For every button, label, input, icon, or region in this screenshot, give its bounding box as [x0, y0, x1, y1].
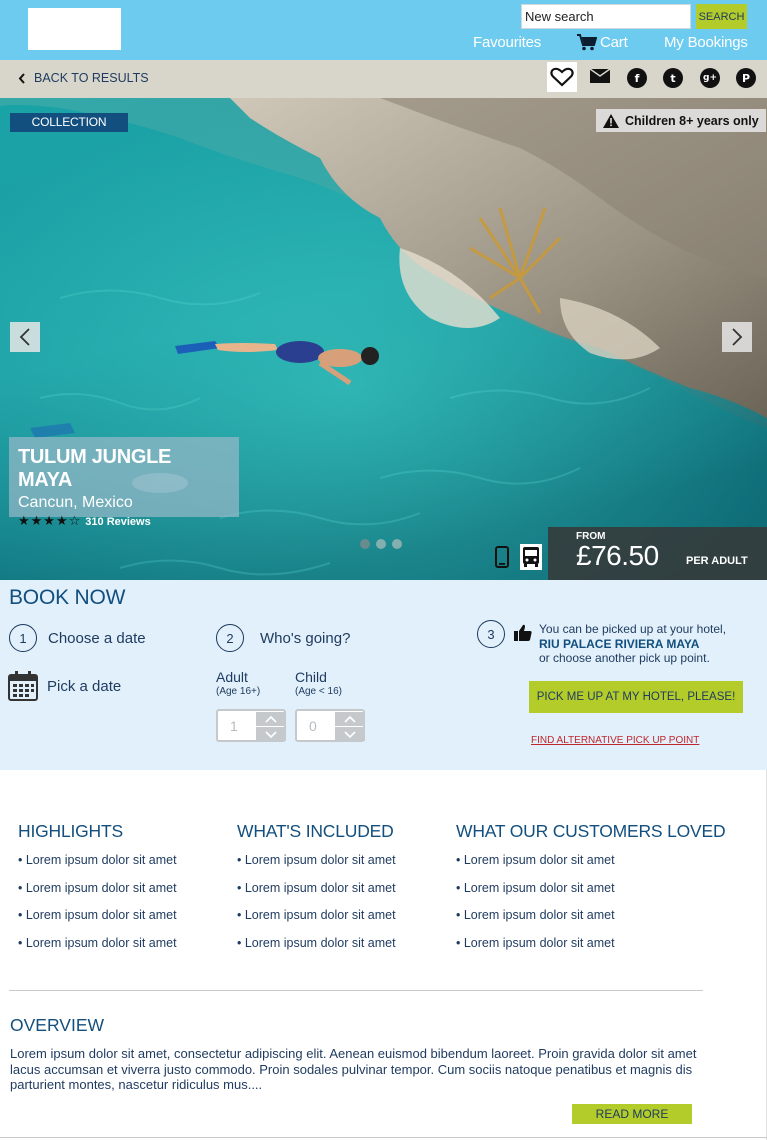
search-input[interactable]	[521, 4, 691, 29]
chevron-right-icon	[732, 328, 743, 346]
chevron-left-icon	[18, 72, 25, 84]
customers-loved-list: • Lorem ipsum dolor sit amet • Lorem ips…	[456, 853, 615, 963]
list-item: • Lorem ipsum dolor sit amet	[456, 853, 615, 867]
nav-favourites-link[interactable]: Favourites	[473, 34, 541, 51]
bus-icon	[520, 544, 542, 570]
pinterest-icon[interactable]: P	[736, 68, 756, 88]
pickup-at-hotel-button[interactable]: PICK ME UP AT MY HOTEL, PLEASE!	[529, 681, 743, 713]
list-item: • Lorem ipsum dolor sit amet	[18, 908, 177, 922]
carousel-dot[interactable]	[376, 539, 386, 549]
tour-summary-box: TULUM JUNGLE MAYA Cancun, Mexico ★★★★☆ 3…	[9, 437, 239, 529]
top-header: SEARCH Favourites Cart My Bookings	[0, 0, 767, 60]
list-item: • Lorem ipsum dolor sit amet	[18, 935, 177, 950]
booking-title: BOOK NOW	[9, 586, 126, 609]
favourite-button[interactable]	[547, 62, 577, 92]
child-quantity-stepper[interactable]: 0	[295, 709, 365, 742]
section-divider	[9, 990, 703, 991]
child-decrement-button[interactable]	[335, 727, 365, 741]
carousel-dot[interactable]	[392, 539, 402, 549]
find-alternative-pickup-link[interactable]: FIND ALTERNATIVE PICK UP POINT	[531, 735, 699, 746]
carousel-dots	[360, 539, 402, 549]
list-item: • Lorem ipsum dolor sit amet	[237, 880, 396, 895]
list-item: • Lorem ipsum dolor sit amet	[456, 935, 615, 950]
age-restriction-label: Children 8+ years only	[625, 113, 759, 128]
list-item: • Lorem ipsum dolor sit amet	[456, 880, 615, 895]
review-count: 310 Reviews	[85, 515, 151, 528]
pickup-info: You can be picked up at your hotel, RIU …	[539, 622, 759, 666]
carousel-next-button[interactable]	[722, 322, 752, 352]
back-to-results-link[interactable]: BACK TO RESULTS	[18, 71, 149, 85]
nav-cart-link[interactable]: Cart	[577, 34, 628, 51]
adult-increment-button[interactable]	[256, 712, 286, 726]
calendar-icon[interactable]	[8, 671, 38, 701]
back-label: BACK TO RESULTS	[34, 71, 149, 85]
bottom-divider	[0, 1137, 767, 1138]
nav-cart-label: Cart	[600, 34, 628, 51]
child-age-note: (Age < 16)	[295, 686, 342, 697]
detail-toolbar: BACK TO RESULTS f t g+ P	[0, 60, 767, 98]
step-2-number: 2	[216, 624, 244, 652]
rating-row[interactable]: ★★★★☆ 310 Reviews	[18, 514, 230, 529]
carousel-dot[interactable]	[360, 539, 370, 549]
tour-title: TULUM JUNGLE MAYA	[18, 446, 172, 491]
adult-quantity-value[interactable]: 1	[230, 718, 238, 734]
site-logo[interactable]	[28, 8, 121, 50]
highlights-title: HIGHLIGHTS	[18, 821, 123, 841]
list-item: • Lorem ipsum dolor sit amet	[456, 908, 615, 922]
star-rating: ★★★★☆	[18, 514, 82, 529]
booking-panel: BOOK NOW 1 Choose a date Pick a date 2 W…	[0, 580, 767, 770]
pickup-line-1: You can be picked up at your hotel,	[539, 622, 727, 636]
step-1-label: Choose a date	[48, 630, 146, 647]
warning-icon	[603, 113, 619, 128]
googleplus-icon[interactable]: g+	[700, 68, 720, 88]
list-item: • Lorem ipsum dolor sit amet	[237, 908, 396, 922]
list-item: • Lorem ipsum dolor sit amet	[18, 853, 177, 867]
overview-title: OVERVIEW	[10, 1015, 105, 1035]
chevron-up-icon	[344, 715, 356, 723]
age-restriction-badge: Children 8+ years only	[596, 109, 766, 132]
price-value: £76.50	[576, 540, 659, 571]
phone-icon	[495, 546, 509, 568]
child-increment-button[interactable]	[335, 712, 365, 726]
step-2-label: Who's going?	[260, 630, 351, 647]
price-panel: FROM £76.50 PER ADULT	[548, 527, 767, 580]
list-item: • Lorem ipsum dolor sit amet	[237, 853, 396, 867]
adult-age-note: (Age 16+)	[216, 686, 261, 697]
pick-date-link[interactable]: Pick a date	[47, 678, 121, 695]
chevron-left-icon	[19, 328, 30, 346]
chevron-up-icon	[265, 715, 277, 723]
nav-bookings-link[interactable]: My Bookings	[664, 34, 748, 51]
step-1-number: 1	[9, 624, 37, 652]
child-quantity-value[interactable]: 0	[309, 718, 317, 734]
chevron-down-icon	[344, 730, 356, 738]
search-button[interactable]: SEARCH	[696, 4, 747, 29]
collection-badge: COLLECTION	[10, 113, 128, 132]
list-item: • Lorem ipsum dolor sit amet	[18, 880, 177, 895]
mail-icon[interactable]	[590, 69, 610, 83]
child-label: Child	[295, 669, 327, 685]
adult-label: Adult	[216, 669, 248, 685]
carousel-prev-button[interactable]	[10, 322, 40, 352]
adult-decrement-button[interactable]	[256, 727, 286, 741]
twitter-icon[interactable]: t	[663, 68, 683, 88]
hero-carousel: COLLECTION Children 8+ years only TULUM …	[0, 98, 767, 580]
cart-icon	[577, 34, 597, 51]
whats-included-list: • Lorem ipsum dolor sit amet • Lorem ips…	[237, 853, 396, 963]
chevron-down-icon	[265, 730, 277, 738]
pickup-line-3: or choose another pick up point.	[539, 651, 710, 665]
pickup-hotel-name: RIU PALACE RIVIERA MAYA	[539, 636, 700, 651]
step-3-number: 3	[477, 620, 505, 648]
facebook-icon[interactable]: f	[627, 68, 647, 88]
price-unit: PER ADULT	[686, 555, 748, 567]
read-more-button[interactable]: READ MORE	[572, 1104, 692, 1124]
highlights-list: • Lorem ipsum dolor sit amet • Lorem ips…	[18, 853, 177, 963]
heart-icon	[550, 67, 574, 87]
whats-included-title: WHAT'S INCLUDED	[237, 821, 394, 841]
adult-quantity-stepper[interactable]: 1	[216, 709, 286, 742]
overview-text: Lorem ipsum dolor sit amet, consectetur …	[10, 1046, 697, 1092]
customers-loved-title: WHAT OUR CUSTOMERS LOVED	[456, 821, 726, 841]
thumbs-up-icon	[514, 624, 532, 641]
list-item: • Lorem ipsum dolor sit amet	[237, 935, 396, 950]
tour-location: Cancun, Mexico	[18, 494, 133, 511]
